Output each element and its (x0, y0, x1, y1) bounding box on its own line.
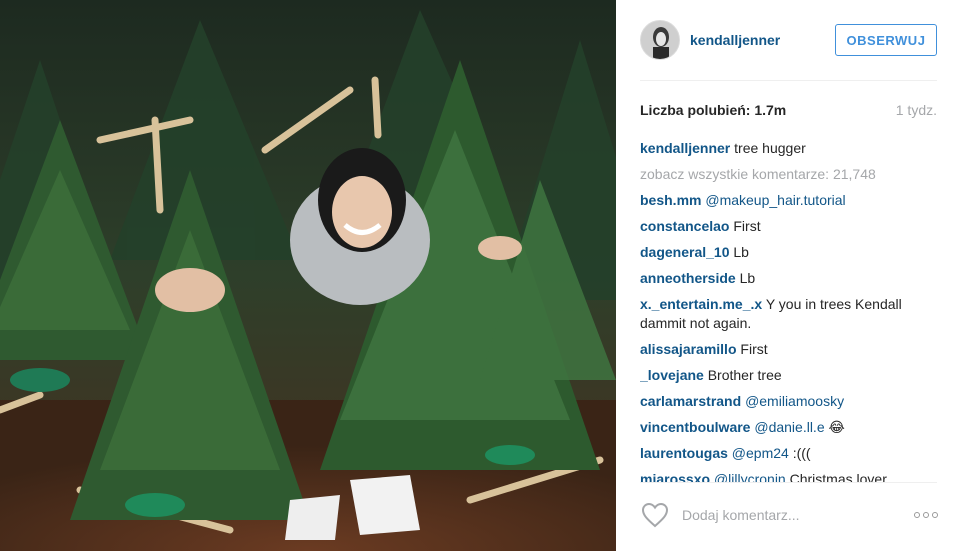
more-options-icon[interactable] (914, 512, 938, 518)
comment-item: anneotherside Lb (640, 269, 940, 288)
comment-item: vincentboulware @danie.ll.e 😂 (640, 418, 940, 437)
footer-divider (640, 482, 937, 483)
comment-item: x._entertain.me_.x Y you in trees Kendal… (640, 295, 940, 333)
comment-item: laurentougas @epm24 :((( (640, 444, 940, 463)
comment-user-link[interactable]: laurentougas (640, 445, 728, 461)
comment-text: First (733, 218, 761, 234)
heart-icon[interactable] (640, 500, 670, 530)
caption-text: tree hugger (734, 140, 806, 156)
dot-icon (923, 512, 929, 518)
comment-mention-link[interactable]: @emiliamoosky (745, 393, 844, 409)
header-divider (640, 80, 937, 81)
caption-user-link[interactable]: kendalljenner (640, 140, 730, 156)
comment-item: dageneral_10 Lb (640, 243, 940, 262)
comment-text: 😂 (828, 419, 845, 435)
dot-icon (914, 512, 920, 518)
comment-user-link[interactable]: vincentboulware (640, 419, 750, 435)
post-sidebar: kendalljenner OBSERWUJ Liczba polubień: … (616, 0, 960, 551)
comment-item: miarossxo @lillycronin Christmas lover (640, 470, 940, 482)
view-all-comments-link[interactable]: zobacz wszystkie komentarze: 21,748 (640, 165, 940, 184)
username-link[interactable]: kendalljenner (690, 32, 835, 48)
comment-mention-link[interactable]: @lillycronin (714, 471, 786, 482)
comment-text: Christmas lover (789, 471, 887, 482)
comment-user-link[interactable]: x._entertain.me_.x (640, 296, 762, 312)
comment-user-link[interactable]: carlamarstrand (640, 393, 741, 409)
post-footer: Dodaj komentarz... (640, 498, 940, 532)
comment-text: :((( (792, 445, 811, 461)
comment-mention-link[interactable]: @makeup_hair.tutorial (705, 192, 845, 208)
comment-item: _lovejane Brother tree (640, 366, 940, 385)
comment-item: besh.mm @makeup_hair.tutorial (640, 191, 940, 210)
post-photo[interactable] (0, 0, 616, 551)
comment-mention-link[interactable]: @danie.ll.e (754, 419, 824, 435)
avatar[interactable] (640, 20, 680, 60)
comment-item: carlamarstrand @emiliamoosky (640, 392, 940, 411)
avatar-image (641, 21, 679, 59)
comment-user-link[interactable]: besh.mm (640, 192, 701, 208)
comment-item: constancelao First (640, 217, 940, 236)
comments-list[interactable]: kendalljenner tree hugger zobacz wszystk… (640, 139, 940, 482)
post-time[interactable]: 1 tydz. (896, 102, 937, 118)
comment-user-link[interactable]: anneotherside (640, 270, 736, 286)
comment-user-link[interactable]: dageneral_10 (640, 244, 730, 260)
dot-icon (932, 512, 938, 518)
caption: kendalljenner tree hugger (640, 139, 940, 158)
christmas-tree-photo (0, 0, 616, 551)
likes-count[interactable]: Liczba polubień: 1.7m (640, 102, 786, 118)
comment-user-link[interactable]: _lovejane (640, 367, 704, 383)
comment-user-link[interactable]: alissajaramillo (640, 341, 737, 357)
comment-text: Brother tree (707, 367, 782, 383)
comment-item: alissajaramillo First (640, 340, 940, 359)
post-header: kendalljenner OBSERWUJ (640, 18, 937, 62)
comment-user-link[interactable]: constancelao (640, 218, 729, 234)
comment-text: First (740, 341, 768, 357)
comment-mention-link[interactable]: @epm24 (732, 445, 789, 461)
comment-text: Lb (733, 244, 749, 260)
add-comment-input[interactable]: Dodaj komentarz... (682, 507, 914, 523)
post-meta: Liczba polubień: 1.7m 1 tydz. (640, 101, 937, 119)
follow-button[interactable]: OBSERWUJ (835, 24, 937, 56)
comment-user-link[interactable]: miarossxo (640, 471, 710, 482)
comment-text: Lb (739, 270, 756, 286)
